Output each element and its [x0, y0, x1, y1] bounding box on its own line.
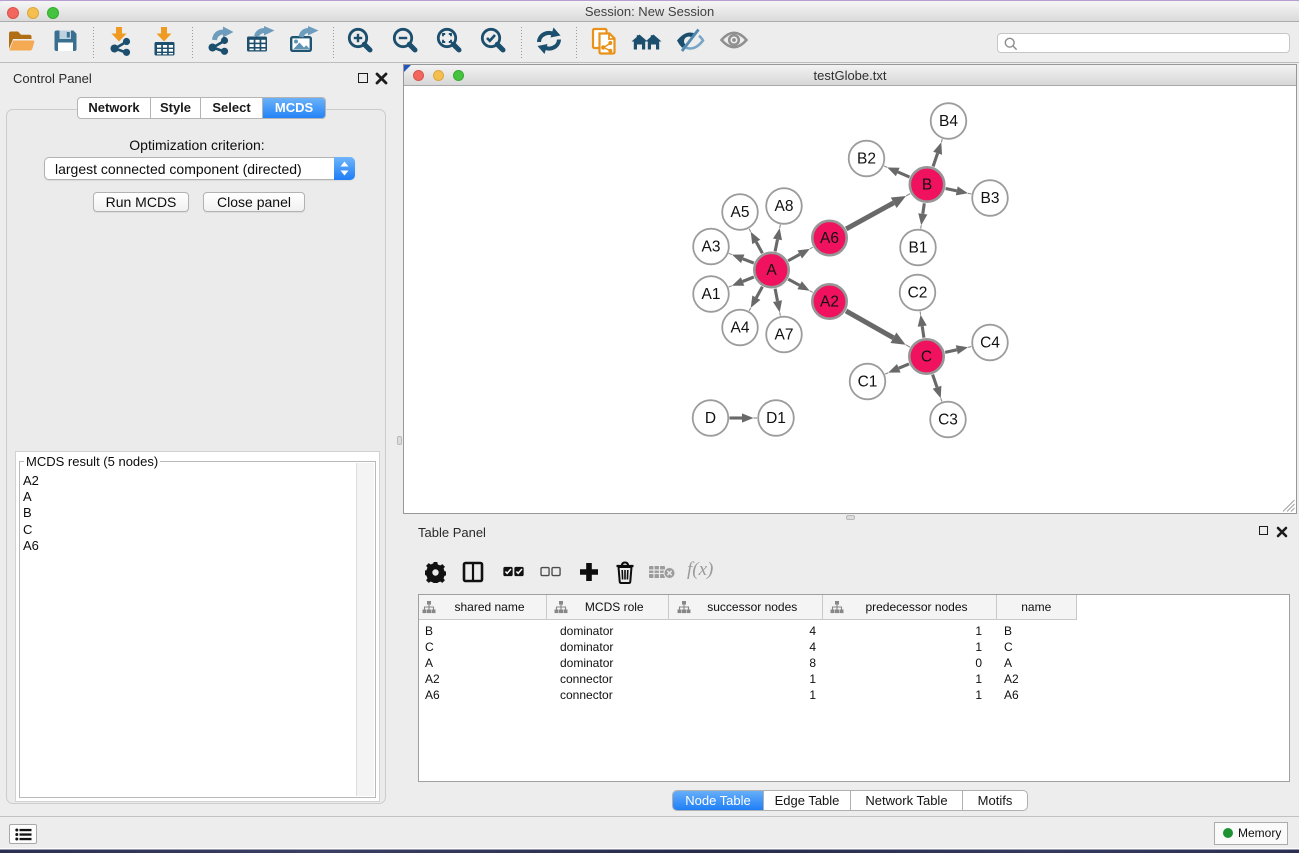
svg-text:D: D — [705, 410, 716, 427]
svg-text:A8: A8 — [775, 198, 794, 215]
svg-text:A2: A2 — [820, 294, 839, 311]
svg-text:B2: B2 — [857, 151, 876, 168]
svg-text:B4: B4 — [939, 113, 958, 130]
svg-text:C: C — [921, 349, 932, 366]
svg-text:A3: A3 — [702, 239, 721, 256]
svg-text:B: B — [922, 177, 932, 194]
svg-text:A5: A5 — [731, 204, 750, 221]
svg-text:B3: B3 — [981, 190, 1000, 207]
svg-text:A: A — [766, 262, 777, 279]
svg-text:C4: C4 — [980, 335, 1000, 352]
svg-text:C2: C2 — [908, 285, 928, 302]
svg-text:A4: A4 — [731, 320, 750, 337]
svg-text:A6: A6 — [820, 230, 839, 247]
svg-text:C3: C3 — [938, 412, 958, 429]
svg-text:A1: A1 — [702, 286, 721, 303]
svg-text:D1: D1 — [766, 410, 786, 427]
svg-text:B1: B1 — [909, 240, 928, 257]
svg-text:C1: C1 — [858, 374, 878, 391]
svg-text:A7: A7 — [775, 327, 794, 344]
